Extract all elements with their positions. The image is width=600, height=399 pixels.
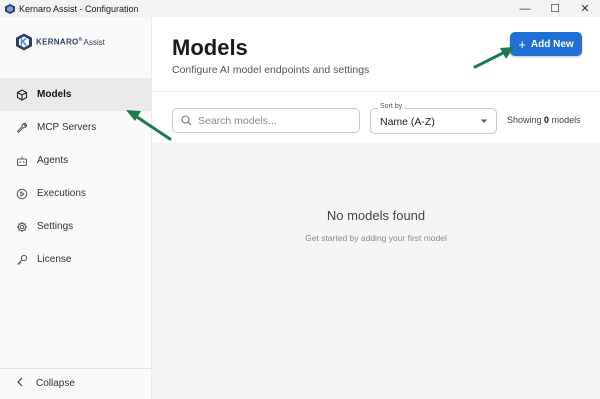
title-bar: Kernaro Assist - Configuration — ☐ ✕ — [0, 0, 600, 17]
chevron-left-icon — [16, 377, 24, 390]
sidebar-nav: Models MCP Servers Agents Executions Set… — [0, 78, 152, 276]
sort-label: Sort by — [378, 103, 405, 110]
key-icon — [16, 254, 28, 266]
collapse-button[interactable]: Collapse — [16, 377, 75, 390]
empty-state-title: No models found — [326, 208, 426, 223]
sidebar: KERNARO® Assist Models MCP Servers Agent… — [0, 17, 152, 399]
robot-icon — [16, 155, 28, 167]
sidebar-item-license[interactable]: License — [0, 243, 152, 276]
wrench-icon — [16, 122, 28, 134]
plus-icon: + — [518, 36, 526, 52]
minimize-button[interactable]: — — [510, 0, 540, 17]
sidebar-item-agents[interactable]: Agents — [0, 144, 152, 177]
logo-sub-text: Assist — [83, 37, 105, 47]
empty-state-subtitle: Get started by adding your first model — [305, 233, 447, 243]
collapse-label: Collapse — [36, 378, 75, 389]
cube-icon — [16, 88, 28, 101]
app-logo: KERNARO® Assist — [15, 33, 105, 51]
sidebar-item-label: Agents — [37, 155, 69, 166]
sidebar-item-settings[interactable]: Settings — [0, 210, 152, 243]
sort-value: Name (A-Z) — [380, 116, 435, 128]
sidebar-item-label: License — [37, 254, 72, 265]
window-controls: — ☐ ✕ — [510, 0, 600, 17]
sidebar-item-label: Settings — [37, 221, 74, 232]
close-button[interactable]: ✕ — [570, 0, 600, 17]
search-input[interactable] — [198, 114, 348, 127]
page-subtitle: Configure AI model endpoints and setting… — [172, 64, 370, 76]
sidebar-item-executions[interactable]: Executions — [0, 177, 152, 210]
search-icon — [181, 115, 192, 126]
header-divider — [152, 91, 600, 92]
search-box[interactable] — [172, 108, 360, 133]
main-content: Models Configure AI model endpoints and … — [152, 17, 600, 399]
add-new-button[interactable]: + Add New — [510, 32, 582, 56]
sort-select[interactable]: Sort by Name (A-Z) — [370, 103, 497, 134]
logo-brand-text: KERNARO® — [36, 37, 83, 47]
sidebar-divider — [0, 368, 152, 369]
sidebar-item-models[interactable]: Models — [0, 78, 152, 111]
model-count-value: 0 — [544, 115, 550, 125]
page-title: Models — [172, 35, 248, 60]
gear-icon — [16, 221, 28, 233]
app-logo-icon — [5, 3, 15, 14]
models-list-area: No models found Get started by adding yo… — [152, 143, 600, 399]
model-count: Showing 0 models — [507, 115, 581, 125]
window-title: Kernaro Assist - Configuration — [19, 3, 139, 14]
sidebar-item-label: Executions — [37, 188, 86, 199]
maximize-button[interactable]: ☐ — [540, 0, 570, 17]
add-new-label: Add New — [530, 38, 574, 50]
caret-down-icon — [481, 119, 487, 123]
play-circle-icon — [16, 188, 28, 200]
kernaro-logo-icon — [16, 33, 32, 51]
sidebar-item-mcp-servers[interactable]: MCP Servers — [0, 111, 152, 144]
sidebar-item-label: MCP Servers — [37, 122, 97, 133]
sidebar-item-label: Models — [37, 89, 72, 100]
